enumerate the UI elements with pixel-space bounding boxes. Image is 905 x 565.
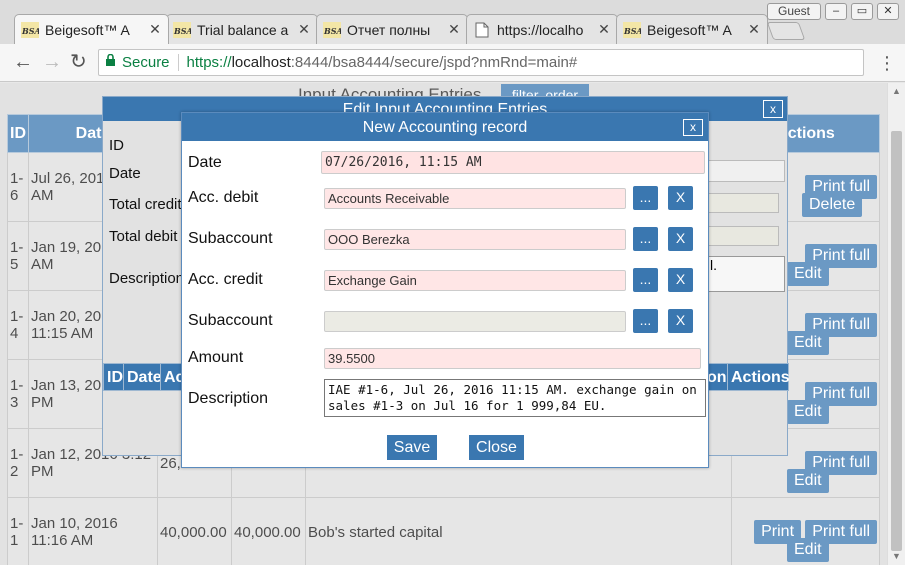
date-field[interactable]: 07/26/2016, 11:15 AM — [321, 151, 705, 174]
address-bar[interactable]: Secure https://localhost:8444/bsa8444/se… — [98, 49, 864, 76]
browser-menu-icon[interactable]: ⋮ — [878, 53, 896, 74]
total-credit-field — [703, 193, 779, 213]
bsa-favicon-icon: BSA — [623, 21, 641, 39]
url-text: https://localhost:8444/bsa8444/secure/js… — [187, 54, 578, 71]
clear-subaccount-debit-button[interactable]: X — [668, 227, 693, 251]
acc-credit-label: Acc. credit — [188, 271, 263, 288]
bsa-favicon-icon: BSA — [173, 21, 191, 39]
url-path: :8444/bsa8444/secure/jspd?nmRnd=main# — [290, 54, 578, 71]
new-record-dialog: New Accounting record x Date 07/26/2016,… — [181, 112, 709, 468]
tab-title: Trial balance a — [197, 21, 289, 38]
description-label: Description — [109, 270, 185, 287]
tab-title: Отчет полны — [347, 21, 431, 38]
url-scheme: https:// — [186, 54, 232, 71]
scroll-up-icon[interactable]: ▲ — [892, 86, 901, 96]
bsa-favicon-icon: BSA — [323, 21, 341, 39]
minimize-button[interactable]: – — [825, 3, 847, 20]
subaccount-debit-field[interactable]: OOO Berezka — [324, 229, 626, 250]
date-label: Date — [109, 165, 141, 182]
amount-label: Amount — [188, 349, 244, 366]
close-button[interactable]: Close — [469, 435, 524, 460]
select-subaccount-debit-button[interactable]: ... — [633, 227, 658, 251]
description-label: Description — [188, 390, 269, 407]
new-dialog-header: New Accounting record x — [182, 113, 708, 141]
browser-tab-1[interactable]: BSA Beigesoft™ A ✕ — [14, 14, 169, 44]
date-label: Date — [188, 154, 222, 171]
new-dialog-title: New Accounting record — [362, 119, 528, 136]
select-acc-debit-button[interactable]: ... — [633, 186, 658, 210]
page-scrollbar[interactable]: ▲ ▼ — [887, 83, 905, 565]
tab-strip: BSA Beigesoft™ A ✕ BSA Trial balance a ✕… — [0, 0, 905, 44]
select-acc-credit-button[interactable]: ... — [633, 268, 658, 292]
forward-arrow-icon[interactable]: → — [42, 52, 62, 72]
description-text-fragment: l. — [710, 257, 717, 273]
total-credit-label: Total credit — [109, 196, 182, 213]
new-tab-button[interactable] — [766, 22, 806, 40]
subaccount-credit-field[interactable] — [324, 311, 626, 332]
close-window-button[interactable]: ✕ — [877, 3, 899, 20]
inner-col-date: Date — [123, 363, 162, 391]
secure-label: Secure — [122, 54, 170, 71]
amount-field[interactable]: 39.5500 — [324, 348, 701, 369]
acc-credit-field[interactable]: Exchange Gain — [324, 270, 626, 291]
url-host: localhost — [231, 54, 291, 71]
close-tab-icon[interactable]: ✕ — [297, 21, 311, 38]
reload-icon[interactable]: ↻ — [70, 52, 87, 72]
close-tab-icon[interactable]: ✕ — [747, 21, 761, 38]
svg-text:BSA: BSA — [323, 26, 341, 36]
tab-title: Beigesoft™ A — [45, 21, 130, 38]
page-content: Input Accounting Entries filter, order I… — [0, 83, 887, 565]
new-dialog-close-button[interactable]: x — [683, 119, 703, 136]
close-tab-icon[interactable]: ✕ — [148, 21, 162, 38]
select-subaccount-credit-button[interactable]: ... — [633, 309, 658, 333]
total-debit-field — [703, 226, 779, 246]
subaccount-debit-label: Subaccount — [188, 230, 273, 247]
total-debit-label: Total debit — [109, 228, 178, 245]
close-tab-icon[interactable]: ✕ — [597, 21, 611, 38]
clear-acc-credit-button[interactable]: X — [668, 268, 693, 292]
tab-title: Beigesoft™ A — [647, 21, 732, 38]
svg-text:BSA: BSA — [623, 26, 641, 36]
browser-tab-2[interactable]: BSA Trial balance a ✕ — [166, 14, 318, 44]
lock-icon — [105, 53, 116, 71]
inner-col-id: ID — [103, 363, 124, 391]
guest-profile-button[interactable]: Guest — [767, 3, 821, 20]
browser-tab-5[interactable]: BSA Beigesoft™ A ✕ — [616, 14, 768, 44]
bsa-favicon-icon: BSA — [21, 21, 39, 39]
acc-debit-field[interactable]: Accounts Receivable — [324, 188, 626, 209]
browser-tab-4[interactable]: https://localho ✕ — [466, 14, 618, 44]
scrollbar-thumb[interactable] — [891, 131, 902, 551]
maximize-button[interactable]: ▭ — [851, 3, 873, 20]
save-button[interactable]: Save — [387, 435, 437, 460]
clear-acc-debit-button[interactable]: X — [668, 186, 693, 210]
document-icon — [473, 21, 491, 39]
subaccount-credit-label: Subaccount — [188, 312, 273, 329]
divider — [177, 54, 179, 71]
scroll-down-icon[interactable]: ▼ — [892, 551, 901, 561]
description-textarea[interactable]: l. — [703, 256, 785, 292]
inner-col-actions: Actions — [727, 363, 790, 391]
description-textarea[interactable]: IAE #1-6, Jul 26, 2016 11:15 AM. exchang… — [324, 379, 706, 417]
svg-text:BSA: BSA — [21, 26, 39, 36]
date-input[interactable] — [703, 160, 785, 182]
browser-tab-3[interactable]: BSA Отчет полны ✕ — [316, 14, 468, 44]
back-arrow-icon[interactable]: ← — [13, 52, 33, 72]
edit-dialog-close-button[interactable]: x — [763, 100, 783, 118]
svg-text:BSA: BSA — [173, 26, 191, 36]
acc-debit-label: Acc. debit — [188, 189, 259, 206]
id-label: ID — [109, 137, 124, 154]
close-tab-icon[interactable]: ✕ — [447, 21, 461, 38]
browser-toolbar: ← → ↻ Secure https://localhost:8444/bsa8… — [0, 44, 905, 82]
clear-subaccount-credit-button[interactable]: X — [668, 309, 693, 333]
tab-title: https://localho — [497, 21, 584, 38]
